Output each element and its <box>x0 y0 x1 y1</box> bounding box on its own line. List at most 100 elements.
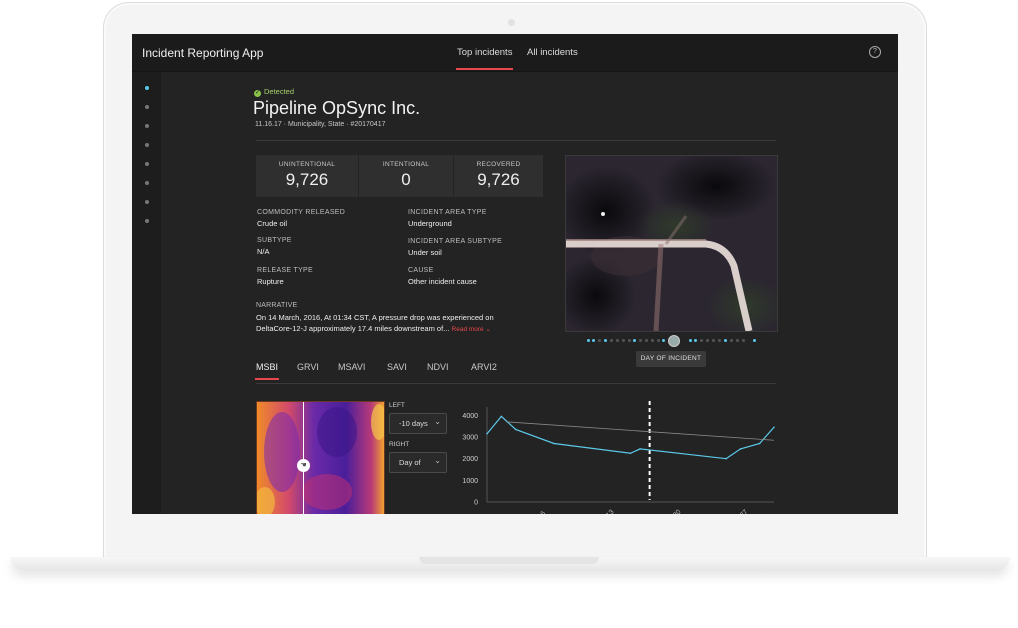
timeline-handle[interactable] <box>668 335 680 347</box>
side-nav-dot-7[interactable] <box>145 200 149 204</box>
tab-all-incidents[interactable]: All incidents <box>527 47 578 58</box>
stat-value: 0 <box>401 170 411 189</box>
tab-msavi[interactable]: MSAVI <box>338 362 365 372</box>
field-label: CAUSE <box>408 267 434 274</box>
left-select[interactable]: -10 days ⌄ <box>389 413 447 434</box>
timeline-dot[interactable] <box>592 339 595 342</box>
side-nav-dot-5[interactable] <box>145 162 149 166</box>
stat-recovered: RECOVERED 9,726 <box>454 155 543 197</box>
side-nav-dot-8[interactable] <box>145 219 149 223</box>
timeline-dot[interactable] <box>610 339 613 342</box>
narrative-line-1: On 14 March, 2016, At 01:34 CST, A press… <box>256 313 494 322</box>
timeline-dot[interactable] <box>628 339 631 342</box>
camera-icon <box>508 19 515 26</box>
x-tick-label: 20 <box>672 509 683 514</box>
timeline-dot[interactable] <box>604 339 607 342</box>
right-select[interactable]: Day of ⌄ <box>389 452 447 473</box>
left-select-value: -10 days <box>399 419 428 428</box>
timeline-dot[interactable] <box>651 339 654 342</box>
chevron-down-icon: ⌄ <box>485 326 491 333</box>
laptop-notch <box>419 557 599 564</box>
satellite-image <box>565 155 778 332</box>
stat-label: INTENTIONAL <box>382 161 430 168</box>
divider <box>256 383 776 384</box>
timeline-dot[interactable] <box>598 339 601 342</box>
field-value: Crude oil <box>257 219 288 228</box>
field-label: INCIDENT AREA TYPE <box>408 209 487 216</box>
side-nav-dot-2[interactable] <box>145 105 149 109</box>
timeline-dot[interactable] <box>616 339 619 342</box>
read-more-link[interactable]: Read more ⌄ <box>452 326 491 333</box>
field-subtype: SUBTYPE N/A <box>257 237 292 256</box>
tab-ndvi[interactable]: NDVI <box>427 362 449 372</box>
timeline-dot[interactable] <box>694 339 697 342</box>
timeline-dot[interactable] <box>730 339 733 342</box>
field-label: INCIDENT AREA SUBTYPE <box>408 238 503 245</box>
page-title: Pipeline OpSync Inc. <box>253 98 421 118</box>
check-icon: ✓ <box>254 90 261 97</box>
app-title: Incident Reporting App <box>142 46 264 60</box>
timeline-dot[interactable] <box>742 339 745 342</box>
field-commodity: COMMODITY RELEASED Crude oil <box>257 209 345 228</box>
side-nav-dot-3[interactable] <box>145 124 149 128</box>
divider <box>256 140 776 141</box>
timeline-dot[interactable] <box>622 339 625 342</box>
timeline-dot[interactable] <box>633 339 636 342</box>
trend-line <box>506 421 775 441</box>
series-point <box>739 448 742 450</box>
x-tick-label: 6 <box>539 510 547 514</box>
timeline-dot[interactable] <box>724 339 727 342</box>
side-nav-dot-6[interactable] <box>145 181 149 185</box>
timeline-dot[interactable] <box>706 339 709 342</box>
tab-msbi[interactable]: MSBI <box>254 362 280 380</box>
tab-arvi2[interactable]: ARVI2 <box>471 362 497 372</box>
tab-top-incidents[interactable]: Top incidents <box>455 47 514 70</box>
heatmap-compare[interactable]: ☚ <box>256 401 385 514</box>
y-tick-label: 4000 <box>462 413 478 420</box>
field-label: SUBTYPE <box>257 237 292 244</box>
narrative-line-2: DeltaCore-12-J approximately 17.4 miles … <box>256 324 450 333</box>
timeline-dot[interactable] <box>657 339 660 342</box>
field-value: Underground <box>408 219 452 228</box>
timeline-dot[interactable] <box>736 339 739 342</box>
tab-savi[interactable]: SAVI <box>387 362 407 372</box>
field-label: COMMODITY RELEASED <box>257 209 346 216</box>
x-tick-label: 13 <box>605 509 616 514</box>
field-value: N/A <box>257 247 270 256</box>
chevron-down-icon: ⌄ <box>434 417 441 426</box>
help-icon[interactable]: ? <box>869 46 881 58</box>
timeline-dot[interactable] <box>700 339 703 342</box>
heatmap-image <box>257 402 384 514</box>
y-tick-label: 0 <box>474 500 478 507</box>
field-value: Rupture <box>257 277 284 286</box>
timeline-dot[interactable] <box>639 339 642 342</box>
timeline-tooltip: DAY OF INCIDENT <box>636 351 706 367</box>
read-more-label: Read more <box>451 326 484 333</box>
series-point <box>758 442 761 445</box>
series-point <box>773 426 775 429</box>
series-point <box>486 432 488 435</box>
right-label: RIGHT <box>389 441 410 448</box>
right-select-value: Day of <box>399 458 421 467</box>
timeline-dot[interactable] <box>712 339 715 342</box>
drag-handle-icon[interactable]: ☚ <box>297 459 310 472</box>
timeline-dot[interactable] <box>753 339 756 342</box>
series-point <box>553 442 555 445</box>
timeline-dot[interactable] <box>645 339 648 342</box>
stat-label: RECOVERED <box>476 161 521 168</box>
y-tick-label: 1000 <box>462 478 478 485</box>
incident-meta: 11.16.17 · Municipality, State · #201704… <box>255 121 386 128</box>
side-nav-dot-1[interactable] <box>145 86 149 90</box>
tab-grvi[interactable]: GRVI <box>297 362 319 372</box>
timeline-dot[interactable] <box>662 339 665 342</box>
app-screen: Incident Reporting App Top incidents All… <box>132 34 898 514</box>
timeline-dot[interactable] <box>587 339 590 342</box>
field-release-type: RELEASE TYPE Rupture <box>257 267 313 286</box>
timeline-dot[interactable] <box>689 339 692 342</box>
compare-divider[interactable] <box>303 402 304 514</box>
field-area-subtype: INCIDENT AREA SUBTYPE Under soil <box>408 238 502 257</box>
timeline-dot[interactable] <box>718 339 721 342</box>
field-value: Other incident cause <box>408 277 477 286</box>
side-nav-dot-4[interactable] <box>145 143 149 147</box>
stat-intentional: INTENTIONAL 0 <box>359 155 453 197</box>
